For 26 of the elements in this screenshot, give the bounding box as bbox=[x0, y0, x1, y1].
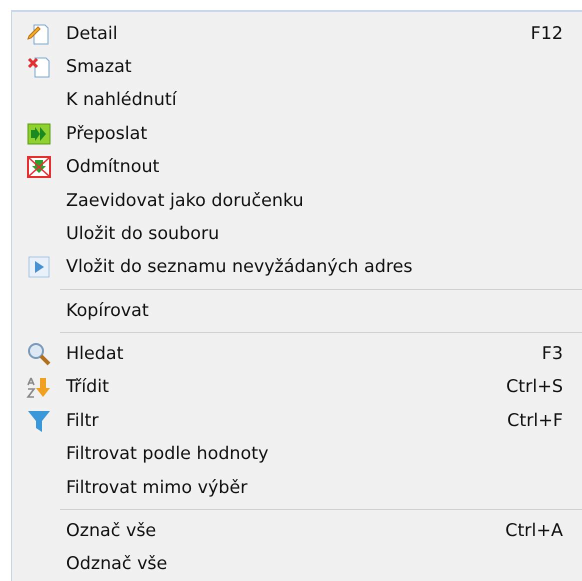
menu-item[interactable]: Kopírovat bbox=[12, 294, 582, 328]
reject-icon bbox=[26, 154, 52, 180]
menu-item[interactable]: Filtrovat mimo výběr bbox=[12, 471, 582, 504]
sort-icon bbox=[26, 374, 52, 401]
menu-item[interactable]: Třídit Ctrl+S bbox=[12, 370, 582, 404]
menu-item[interactable]: Vložit do seznamu nevyžádaných adres bbox=[12, 250, 582, 284]
shortcut-label: Ctrl+A bbox=[505, 521, 563, 542]
menu-item[interactable]: Smazat bbox=[12, 50, 582, 84]
menu-item[interactable]: Filtrovat podle hodnoty bbox=[12, 438, 582, 472]
menu-item[interactable]: K nahlédnutí bbox=[12, 84, 582, 118]
shortcut-label: F12 bbox=[530, 24, 563, 44]
menu-item[interactable]: Přeposlat bbox=[12, 117, 582, 151]
menu-item[interactable]: Filtr Ctrl+F bbox=[12, 404, 582, 438]
shortcut-label: Ctrl+F bbox=[507, 410, 563, 431]
shortcut-label: Ctrl+S bbox=[506, 377, 563, 398]
play-icon bbox=[26, 254, 52, 280]
menu-item[interactable]: Hledat F3 bbox=[12, 338, 582, 371]
menu-item[interactable]: Označ vše Ctrl+A bbox=[12, 514, 582, 548]
search-icon bbox=[26, 341, 52, 368]
shortcut-label: F3 bbox=[542, 344, 563, 364]
menu-item[interactable]: Detail F12 bbox=[12, 17, 582, 50]
menu-item[interactable]: Zaevidovat jako doručenku bbox=[12, 184, 582, 218]
menu-item[interactable]: Odmítnout bbox=[12, 150, 582, 184]
menu-item[interactable]: Uložit do souboru bbox=[12, 217, 582, 251]
menu-item[interactable]: Odznač vše bbox=[12, 548, 582, 581]
forward-icon bbox=[26, 120, 52, 147]
